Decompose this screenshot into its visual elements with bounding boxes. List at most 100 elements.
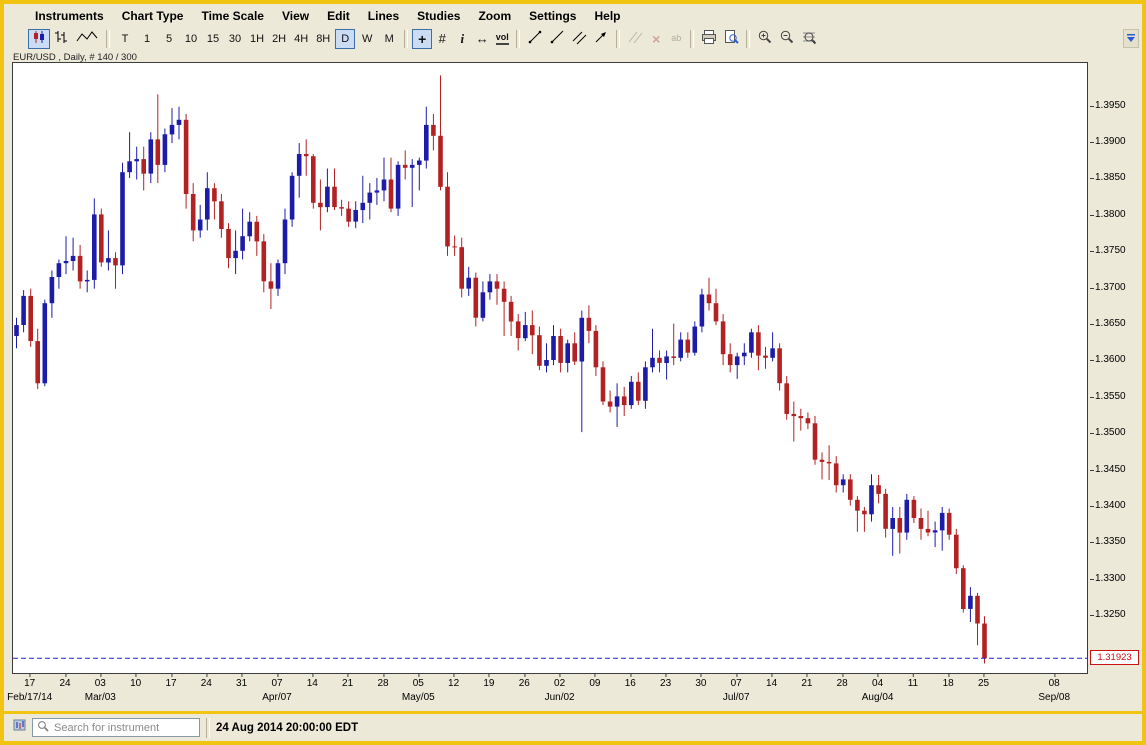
- search-input[interactable]: [52, 721, 188, 735]
- menu-zoom[interactable]: Zoom: [469, 7, 520, 25]
- price-axis-label: 1.3700: [1095, 282, 1126, 293]
- time-axis-month-label: Aug/04: [862, 692, 894, 703]
- timeframe-4h-button[interactable]: 4H: [291, 29, 311, 49]
- time-axis-label: 28: [377, 678, 388, 689]
- timeframe-1m-button[interactable]: 1: [137, 29, 157, 49]
- candlestick-chart: [13, 63, 1087, 673]
- instrument-list-icon: [13, 718, 27, 737]
- instrument-list-button[interactable]: [12, 720, 28, 736]
- timeframe-daily-button[interactable]: D: [335, 29, 355, 49]
- menu-chart-type[interactable]: Chart Type: [113, 7, 193, 25]
- print-preview-button[interactable]: [720, 29, 742, 49]
- crosshair-button[interactable]: +: [412, 29, 432, 49]
- menu-time-scale[interactable]: Time Scale: [192, 7, 272, 25]
- crosshair-icon: +: [418, 32, 426, 46]
- toolbar-separator: [106, 30, 110, 48]
- timeframe-10m-button[interactable]: 10: [181, 29, 201, 49]
- zoom-range-icon: [801, 29, 817, 48]
- time-axis-label: 09: [589, 678, 600, 689]
- menu-view[interactable]: View: [273, 7, 318, 25]
- line-chart-button[interactable]: [72, 29, 102, 49]
- timeframe-5m-button[interactable]: 5: [159, 29, 179, 49]
- chart-timestamp: 24 Aug 2014 20:00:00 EDT: [216, 722, 358, 734]
- timeframe-15m-button[interactable]: 15: [203, 29, 223, 49]
- time-axis-label: 10: [130, 678, 141, 689]
- time-axis-month-label: Jun/02: [545, 692, 575, 703]
- chart-plot-area[interactable]: [12, 62, 1088, 674]
- horizontal-scale-button[interactable]: ↔: [472, 29, 492, 49]
- menu-help[interactable]: Help: [585, 7, 629, 25]
- timeframe-30m-button[interactable]: 30: [225, 29, 245, 49]
- angle-lines-button[interactable]: [624, 29, 646, 49]
- time-axis-label: 24: [201, 678, 212, 689]
- candlestick-icon: [31, 29, 47, 48]
- menu-settings[interactable]: Settings: [520, 7, 585, 25]
- line-chart-icon: [75, 29, 99, 48]
- timeframe-2h-button[interactable]: 2H: [269, 29, 289, 49]
- zoom-range-button[interactable]: [798, 29, 820, 49]
- toolbar-separator: [746, 30, 750, 48]
- time-axis-label: 08: [1049, 678, 1060, 689]
- ray-line-button[interactable]: [546, 29, 568, 49]
- zoom-in-button[interactable]: [754, 29, 776, 49]
- time-axis-month-label: May/05: [402, 692, 435, 703]
- print-button[interactable]: [698, 29, 720, 49]
- toolbar-separator: [516, 30, 520, 48]
- volume-button[interactable]: vol: [492, 29, 512, 49]
- time-axis-month-label: Feb/17/14: [7, 692, 52, 703]
- zoom-in-icon: [757, 29, 773, 48]
- time-axis-label: 07: [731, 678, 742, 689]
- menu-studies[interactable]: Studies: [408, 7, 469, 25]
- ohlc-bars-icon: [53, 29, 69, 48]
- timeframe-tick-button[interactable]: T: [115, 29, 135, 49]
- menu-lines[interactable]: Lines: [359, 7, 408, 25]
- parallel-channel-button[interactable]: [568, 29, 590, 49]
- candlestick-chart-button[interactable]: [28, 29, 50, 49]
- info-button[interactable]: i: [452, 29, 472, 49]
- menu-edit[interactable]: Edit: [318, 7, 359, 25]
- info-icon: i: [460, 32, 464, 45]
- volume-icon: vol: [496, 33, 509, 45]
- delete-icon: ×: [652, 32, 660, 46]
- price-axis-label: 1.3600: [1095, 354, 1126, 365]
- timeframe-monthly-button[interactable]: M: [379, 29, 399, 49]
- time-axis: 1724031017243107142128051219260209162330…: [12, 672, 1092, 706]
- status-bar: 24 Aug 2014 20:00:00 EDT: [4, 711, 1142, 741]
- price-axis-label: 1.3900: [1095, 136, 1126, 147]
- time-axis-label: 17: [165, 678, 176, 689]
- timeframe-1h-button[interactable]: 1H: [247, 29, 267, 49]
- menu-instruments[interactable]: Instruments: [26, 7, 113, 25]
- labels-icon: ab: [671, 34, 681, 43]
- labels-button[interactable]: ab: [666, 29, 686, 49]
- statusbar-separator: [206, 718, 210, 738]
- price-axis: 1.39501.39001.38501.38001.37501.37001.36…: [1090, 4, 1140, 704]
- price-axis-label: 1.3800: [1095, 209, 1126, 220]
- time-axis-label: 21: [342, 678, 353, 689]
- horizontal-arrows-icon: ↔: [476, 32, 489, 45]
- ohlc-bars-button[interactable]: [50, 29, 72, 49]
- grid-button[interactable]: #: [432, 29, 452, 49]
- time-axis-label: 17: [24, 678, 35, 689]
- timeframe-weekly-button[interactable]: W: [357, 29, 377, 49]
- chart-application-window: Instruments Chart Type Time Scale View E…: [0, 0, 1146, 745]
- time-axis-label: 16: [625, 678, 636, 689]
- instrument-search: [32, 718, 200, 737]
- time-axis-label: 26: [519, 678, 530, 689]
- time-axis-label: 31: [236, 678, 247, 689]
- arrow-line-button[interactable]: [590, 29, 612, 49]
- angle-lines-icon: [627, 29, 643, 48]
- time-axis-label: 03: [95, 678, 106, 689]
- parallel-channel-icon: [571, 29, 587, 48]
- price-axis-label: 1.3400: [1095, 500, 1126, 511]
- menu-bar: Instruments Chart Type Time Scale View E…: [4, 5, 1142, 26]
- trend-line-button[interactable]: [524, 29, 546, 49]
- time-axis-month-label: Sep/08: [1038, 692, 1070, 703]
- toolbar-separator: [404, 30, 408, 48]
- print-preview-icon: [723, 29, 739, 48]
- time-axis-label: 19: [483, 678, 494, 689]
- delete-drawings-button[interactable]: ×: [646, 29, 666, 49]
- zoom-out-button[interactable]: [776, 29, 798, 49]
- time-axis-label: 07: [271, 678, 282, 689]
- timeframe-8h-button[interactable]: 8H: [313, 29, 333, 49]
- time-axis-month-label: Mar/03: [85, 692, 116, 703]
